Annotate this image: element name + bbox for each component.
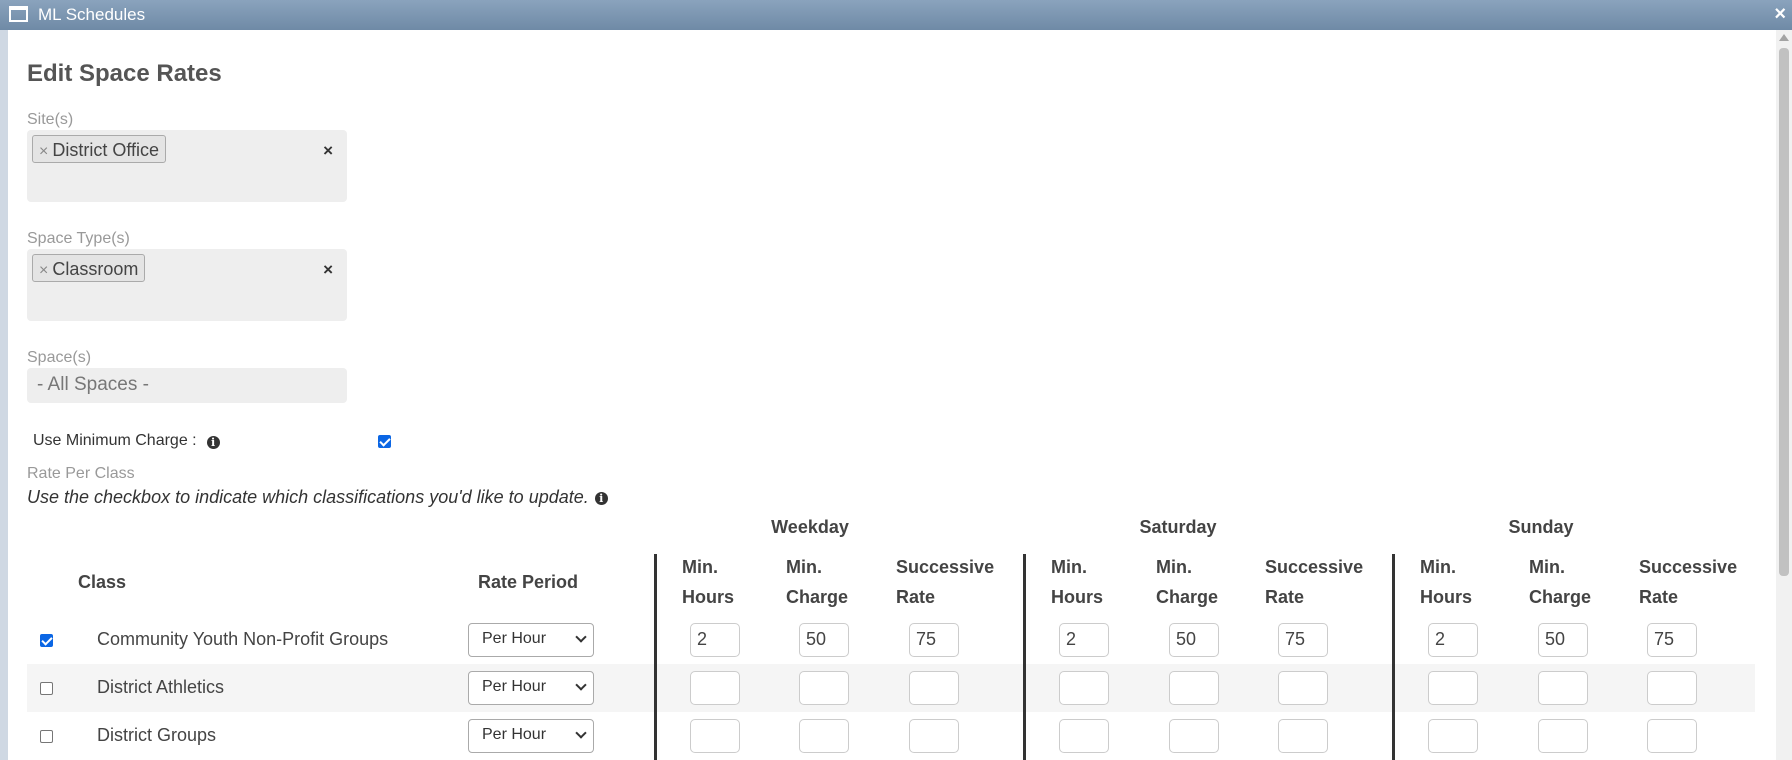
use-min-charge-row: Use Minimum Charge : i xyxy=(33,432,220,450)
window-title: ML Schedules xyxy=(38,5,146,24)
scrollbar-thumb[interactable] xyxy=(1779,48,1789,576)
row-checkbox[interactable] xyxy=(40,682,53,695)
row-checkbox[interactable] xyxy=(40,730,53,743)
weekday-min-hours-input[interactable] xyxy=(690,719,740,753)
column-header-min-hours: Min. Hours xyxy=(682,557,735,607)
group-header-sunday: Sunday xyxy=(1508,517,1574,537)
column-header-successive-rate: Successive Rate xyxy=(1639,557,1738,607)
group-header-saturday: Saturday xyxy=(1139,517,1217,537)
column-header-successive-rate: Successive Rate xyxy=(1265,557,1364,607)
use-min-charge-checkbox[interactable] xyxy=(378,435,391,448)
chevron-down-icon xyxy=(575,727,587,739)
class-name: District Groups xyxy=(97,725,217,745)
saturday-min-charge-input[interactable] xyxy=(1169,671,1219,705)
ml-schedules-window: ML Schedules × Edit Space Rates Site(s) … xyxy=(0,0,1792,760)
rate-period-select[interactable]: Per Hour xyxy=(468,719,594,753)
spaces-select[interactable]: - All Spaces - xyxy=(27,368,347,403)
clear-sites-icon[interactable]: × xyxy=(323,141,333,161)
saturday-successive-rate-input[interactable] xyxy=(1278,671,1328,705)
weekday-min-charge-input[interactable] xyxy=(799,671,849,705)
group-divider xyxy=(1392,554,1395,760)
dialog-content: Edit Space Rates Site(s) × District Offic… xyxy=(8,30,1776,760)
group-header-weekday: Weekday xyxy=(771,517,849,537)
table-row: District Athletics Per Hour xyxy=(27,664,1755,712)
column-header-successive-rate: Successive Rate xyxy=(896,557,995,607)
site-tag: × District Office xyxy=(32,135,167,163)
saturday-successive-rate-input[interactable]: 75 xyxy=(1278,623,1328,657)
vertical-scrollbar[interactable] xyxy=(1776,30,1792,760)
window-icon xyxy=(9,6,28,22)
use-min-charge-label: Use Minimum Charge : xyxy=(33,432,197,449)
info-icon[interactable]: i xyxy=(206,436,220,449)
rate-hint-text: Use the checkbox to indicate which class… xyxy=(27,487,589,507)
weekday-min-charge-input[interactable]: 50 xyxy=(799,623,849,657)
sunday-min-charge-input[interactable]: 50 xyxy=(1538,623,1588,657)
clear-space-types-icon[interactable]: × xyxy=(323,260,333,280)
weekday-min-hours-input[interactable]: 2 xyxy=(690,623,740,657)
chevron-down-icon xyxy=(575,631,587,643)
sunday-min-hours-input[interactable]: 2 xyxy=(1428,623,1478,657)
column-header-min-charge: Min. Charge xyxy=(1156,557,1219,607)
weekday-successive-rate-input[interactable] xyxy=(909,719,959,753)
column-header-min-hours: Min. Hours xyxy=(1051,557,1104,607)
saturday-successive-rate-input[interactable] xyxy=(1278,719,1328,753)
saturday-min-hours-input[interactable]: 2 xyxy=(1059,623,1109,657)
group-divider xyxy=(654,554,657,760)
rate-period-select[interactable]: Per Hour xyxy=(468,671,594,705)
remove-tag-icon[interactable]: × xyxy=(39,143,48,160)
page-title: Edit Space Rates xyxy=(27,60,222,87)
sunday-min-hours-input[interactable] xyxy=(1428,671,1478,705)
table-row: District Groups Per Hour xyxy=(27,712,1755,760)
spaces-label: Space(s) xyxy=(27,349,92,366)
row-checkbox[interactable] xyxy=(40,634,53,647)
sunday-successive-rate-input[interactable] xyxy=(1647,719,1697,753)
space-type-tag: × Classroom xyxy=(32,254,146,282)
window-titlebar: ML Schedules × xyxy=(0,0,1792,30)
site-tag-label: District Office xyxy=(52,140,160,160)
sunday-successive-rate-input[interactable] xyxy=(1647,671,1697,705)
weekday-min-hours-input[interactable] xyxy=(690,671,740,705)
spaces-placeholder: - All Spaces - xyxy=(37,374,149,395)
sunday-min-charge-input[interactable] xyxy=(1538,719,1588,753)
table-row: Community Youth Non-Profit Groups Per Ho… xyxy=(27,616,1755,664)
column-header-min-charge: Min. Charge xyxy=(786,557,849,607)
sunday-successive-rate-input[interactable]: 75 xyxy=(1647,623,1697,657)
space-type-tag-label: Classroom xyxy=(52,259,139,279)
close-icon[interactable]: × xyxy=(1774,3,1786,26)
column-header-min-charge: Min. Charge xyxy=(1529,557,1592,607)
column-header-min-hours: Min. Hours xyxy=(1420,557,1473,607)
sunday-min-hours-input[interactable] xyxy=(1428,719,1478,753)
group-divider xyxy=(1023,554,1026,760)
class-name: Community Youth Non-Profit Groups xyxy=(97,629,389,649)
weekday-successive-rate-input[interactable] xyxy=(909,671,959,705)
column-header-class: Class xyxy=(78,572,127,592)
remove-tag-icon[interactable]: × xyxy=(39,262,48,279)
saturday-min-charge-input[interactable] xyxy=(1169,719,1219,753)
class-name: District Athletics xyxy=(97,677,225,697)
weekday-successive-rate-input[interactable]: 75 xyxy=(909,623,959,657)
rate-per-class-label: Rate Per Class xyxy=(27,465,135,482)
info-icon[interactable]: i xyxy=(594,492,608,505)
saturday-min-hours-input[interactable] xyxy=(1059,671,1109,705)
saturday-min-hours-input[interactable] xyxy=(1059,719,1109,753)
sunday-min-charge-input[interactable] xyxy=(1538,671,1588,705)
space-types-label: Space Type(s) xyxy=(27,230,130,247)
space-types-select[interactable]: × Classroom × xyxy=(27,249,347,321)
sites-label: Site(s) xyxy=(27,111,74,128)
saturday-min-charge-input[interactable]: 50 xyxy=(1169,623,1219,657)
rate-period-select[interactable]: Per Hour xyxy=(468,623,594,657)
weekday-min-charge-input[interactable] xyxy=(799,719,849,753)
rate-hint: Use the checkbox to indicate which class… xyxy=(27,487,608,508)
column-header-rate-period: Rate Period xyxy=(478,572,579,592)
scroll-up-icon[interactable] xyxy=(1779,34,1789,41)
chevron-down-icon xyxy=(575,679,587,691)
sites-select[interactable]: × District Office × xyxy=(27,130,347,202)
